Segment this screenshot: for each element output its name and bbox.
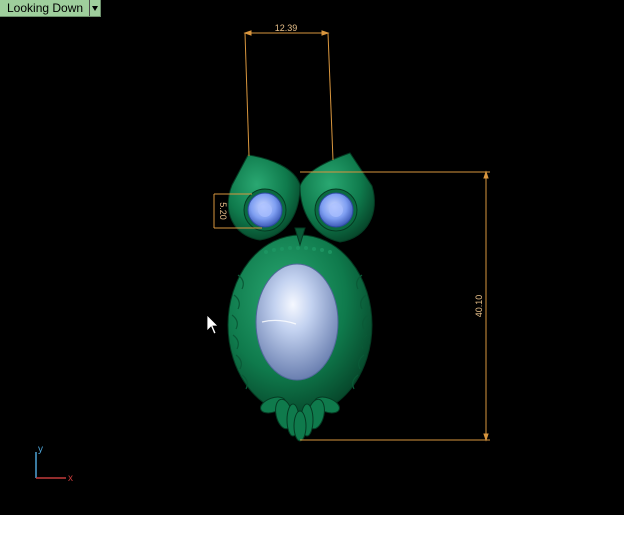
dimension-eye-label: 5.20: [218, 202, 228, 220]
x-axis-label: x: [68, 473, 73, 484]
dimension-height-label: 40.10: [474, 295, 484, 318]
scene-canvas[interactable]: 12.39 5.20 40.10 y x: [0, 0, 624, 515]
view-dropdown-button[interactable]: [89, 0, 100, 16]
dimension-width-label: 12.39: [275, 23, 298, 33]
y-axis-label: y: [38, 444, 43, 455]
pearl-stone: [255, 263, 339, 381]
mouse-cursor-icon: [206, 314, 219, 335]
owl-pendant-model[interactable]: [227, 152, 375, 442]
view-name-menu[interactable]: Looking Down: [0, 0, 102, 17]
3d-viewport[interactable]: 12.39 5.20 40.10 y x Looking Down: [0, 0, 624, 515]
axis-gizmo: y x: [35, 444, 73, 484]
right-eye-gem: [314, 188, 358, 232]
view-name-label[interactable]: Looking Down: [0, 0, 89, 16]
left-eye-gem: [243, 188, 287, 232]
chevron-down-icon: [92, 5, 99, 11]
